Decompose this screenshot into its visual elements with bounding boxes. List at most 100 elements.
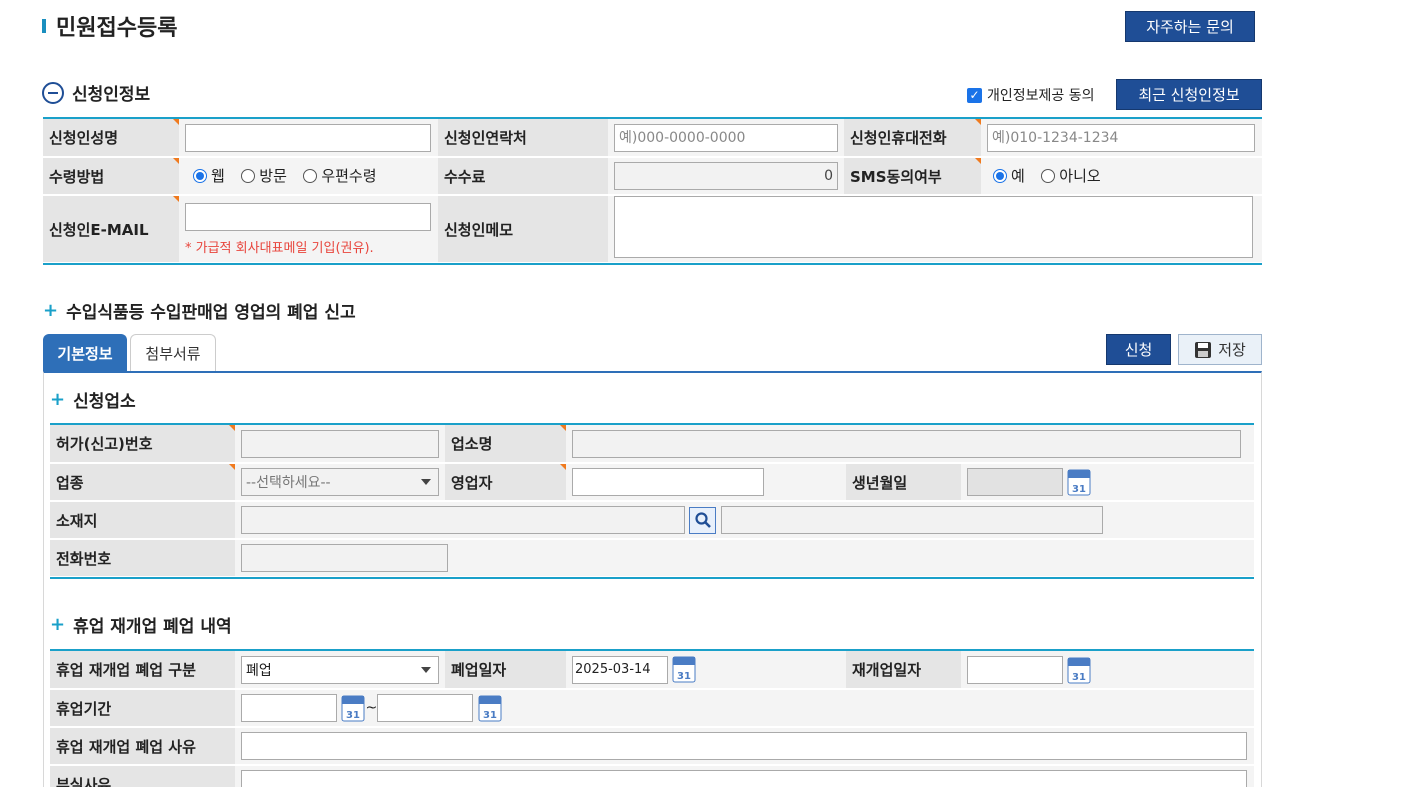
radio-label: 웹 [211, 167, 225, 186]
address-detail-input[interactable] [720, 506, 1103, 534]
calendar-icon-text: 31 [677, 671, 691, 682]
business-name-input[interactable] [572, 429, 1241, 458]
table-bottom-border [50, 577, 1254, 579]
closure-section-header: + 휴업 재개업 폐업 내역 [50, 612, 232, 637]
receive-mail-radio[interactable]: 우편수령 [303, 165, 377, 186]
page-title-text: 민원접수등록 [56, 16, 178, 41]
email-note: * 가급적 회사대표메일 기입(권유). [185, 240, 374, 256]
applicant-mobile-input[interactable] [987, 123, 1255, 152]
extra-reason-input[interactable] [241, 770, 1247, 787]
applicant-table: 신청인성명 신청인연락처 신청인휴대전화 수령방법 웹 방문 우편수령 수수료 … [43, 119, 1262, 264]
period-start-input[interactable] [241, 694, 337, 722]
fee-label: 수수료 [438, 157, 608, 196]
receive-method-label: 수령방법 [43, 157, 179, 196]
consent-label: 개인정보제공 동의 [987, 88, 1095, 104]
radio-icon[interactable] [241, 168, 256, 183]
radio-icon[interactable] [1041, 168, 1056, 183]
report-title-text: 수입식품등 수입판매업 영업의 폐업 신고 [66, 303, 356, 323]
receive-web-radio[interactable]: 웹 [193, 165, 225, 186]
closure-kind-value[interactable]: 폐업 [241, 655, 439, 684]
phone-label: 전화번호 [50, 539, 235, 578]
calendar-icon-text: 31 [483, 710, 497, 721]
applicant-section-header[interactable]: 신청인정보 [42, 80, 150, 105]
business-name-label: 업소명 [445, 425, 566, 464]
closure-section-title: 휴업 재개업 폐업 내역 [73, 617, 232, 637]
memo-label: 신청인메모 [438, 195, 608, 264]
calendar-icon[interactable]: 31 [1067, 468, 1091, 496]
search-icon [695, 512, 711, 528]
calendar-icon[interactable]: 31 [1067, 656, 1091, 684]
applicant-name-input[interactable] [185, 123, 431, 152]
sms-consent-label: SMS동의여부 [844, 157, 981, 196]
plus-icon: + [50, 614, 66, 635]
applicant-contact-input[interactable] [614, 123, 838, 152]
sms-no-radio[interactable]: 아니오 [1041, 165, 1101, 186]
calendar-icon[interactable]: 31 [672, 655, 696, 683]
birth-date-label: 생년월일 [846, 463, 961, 502]
period-separator: ~ [365, 700, 378, 716]
faq-button[interactable]: 자주하는 문의 [1125, 11, 1255, 42]
reopen-date-label: 재개업일자 [846, 651, 961, 690]
memo-textarea[interactable] [614, 196, 1253, 258]
applicant-contact-label: 신청인연락처 [438, 119, 608, 158]
tab-basic-info[interactable]: 기본정보 [43, 334, 127, 372]
applicant-section-title: 신청인정보 [72, 85, 151, 105]
radio-label: 우편수령 [321, 167, 377, 186]
email-label: 신청인E-MAIL [43, 195, 179, 264]
reopen-date-input[interactable] [967, 655, 1063, 684]
applicant-mobile-label: 신청인휴대전화 [844, 119, 981, 158]
radio-selected-icon[interactable] [993, 168, 1007, 183]
title-bar-icon [42, 19, 46, 33]
chevron-down-icon [421, 479, 431, 485]
radio-selected-icon[interactable] [193, 168, 207, 183]
save-button[interactable]: 저장 [1178, 334, 1262, 365]
fee-input [614, 162, 838, 190]
address-label: 소재지 [50, 501, 235, 540]
business-section-title: 신청업소 [73, 392, 136, 412]
address-search-button[interactable] [689, 506, 717, 534]
consent-checkbox-group[interactable]: ✓ 개인정보제공 동의 [967, 85, 1095, 105]
radio-icon[interactable] [303, 168, 318, 183]
recent-applicant-button[interactable]: 최근 신청인정보 [1116, 79, 1262, 110]
chevron-down-icon [421, 666, 431, 673]
page-title: 민원접수등록 [42, 10, 177, 42]
birth-date-input[interactable] [967, 468, 1063, 496]
apply-button[interactable]: 신청 [1106, 334, 1171, 365]
closure-reason-label: 휴업 재개업 폐업 사유 [50, 727, 235, 766]
close-date-label: 폐업일자 [445, 651, 566, 690]
checkbox-checked-icon[interactable]: ✓ [967, 87, 982, 103]
closure-kind-label: 휴업 재개업 폐업 구분 [50, 651, 235, 690]
collapse-icon[interactable] [42, 81, 64, 104]
closure-reason-input[interactable] [241, 732, 1247, 760]
business-type-select[interactable]: --선택하세요-- [241, 468, 439, 496]
closure-kind-select[interactable]: 폐업 [241, 655, 439, 684]
radio-label: 아니오 [1059, 167, 1101, 186]
applicant-name-label: 신청인성명 [43, 119, 179, 158]
operator-input[interactable] [572, 468, 764, 496]
phone-input[interactable] [241, 544, 448, 572]
extra-reason-label: 부실사유 [50, 765, 235, 787]
email-input[interactable] [185, 202, 431, 231]
tab-attachments[interactable]: 첨부서류 [130, 334, 216, 372]
license-number-input[interactable] [241, 429, 439, 458]
close-date-input[interactable] [572, 655, 668, 684]
operator-label: 영업자 [445, 463, 566, 502]
table-bottom-border [43, 263, 1262, 265]
period-end-input[interactable] [377, 694, 474, 722]
calendar-icon[interactable]: 31 [478, 694, 502, 722]
calendar-icon-text: 31 [346, 710, 360, 721]
business-type-value[interactable]: --선택하세요-- [241, 468, 439, 496]
calendar-icon[interactable]: 31 [341, 694, 365, 722]
business-section-header: + 신청업소 [50, 387, 136, 412]
suspension-period-label: 휴업기간 [50, 689, 235, 728]
report-title: + 수입식품등 수입판매업 영업의 폐업 신고 [43, 298, 356, 323]
address-input[interactable] [241, 506, 685, 534]
sms-yes-radio[interactable]: 예 [993, 165, 1025, 186]
license-number-label: 허가(신고)번호 [50, 425, 235, 464]
calendar-icon-text: 31 [1072, 672, 1086, 683]
save-button-label: 저장 [1218, 341, 1246, 359]
floppy-disk-icon [1195, 341, 1212, 358]
radio-label: 예 [1011, 167, 1025, 186]
business-table: 허가(신고)번호 업소명 업종 --선택하세요-- 영업자 생년월일 31 소재… [50, 425, 1254, 578]
receive-visit-radio[interactable]: 방문 [241, 165, 287, 186]
